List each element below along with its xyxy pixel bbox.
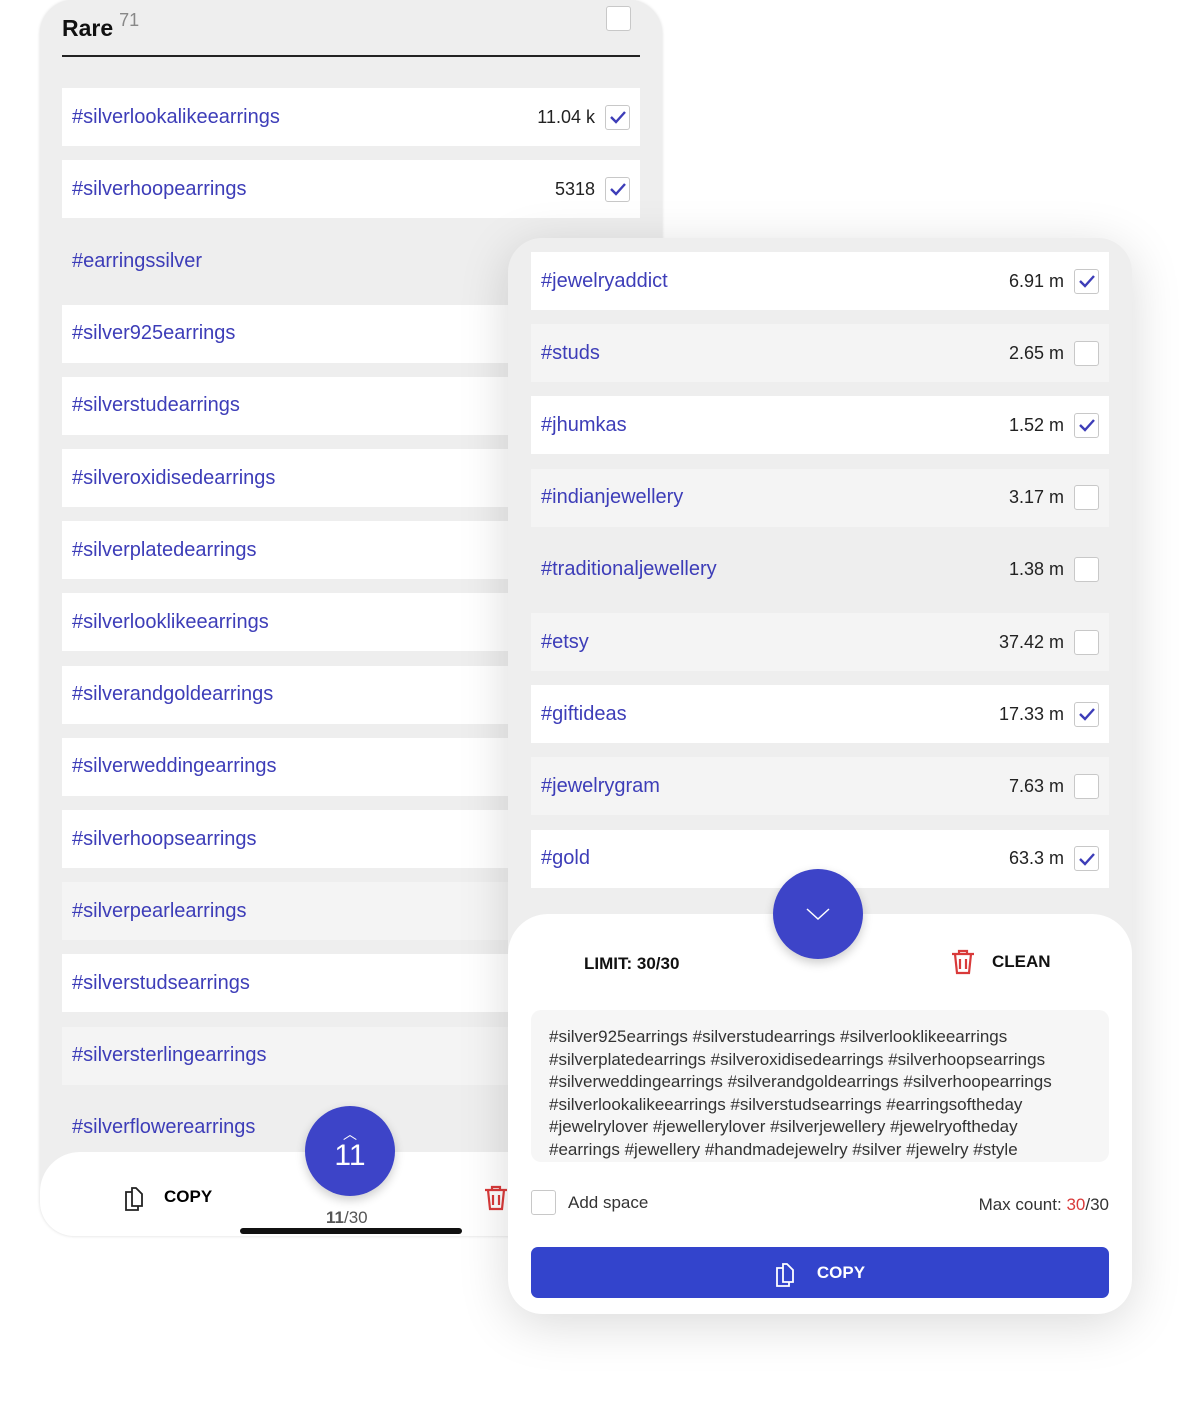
hashtag-label: #etsy (541, 630, 589, 653)
copy-label: COPY (164, 1187, 213, 1206)
selected-counter: 11/30 (326, 1208, 368, 1227)
hashtag-label: #jhumkas (541, 413, 627, 436)
checkmark-icon (1078, 852, 1095, 866)
hashtag-row[interactable]: #jhumkas 1.52 m (531, 396, 1109, 455)
collapse-sheet-button[interactable] (773, 869, 863, 959)
checkmark-icon (609, 183, 626, 196)
post-count: 7.63 m (1008, 775, 1064, 796)
post-count: 2.65 m (1008, 342, 1064, 363)
hashtag-row[interactable]: #jewelryaddict 6.91 m (531, 252, 1109, 310)
hashtag-checkbox[interactable] (1074, 485, 1099, 511)
clean-label: CLEAN (992, 952, 1051, 971)
post-count: 37.42 m (998, 631, 1064, 652)
chevron-down-icon (806, 908, 830, 921)
hashtag-checkbox[interactable] (1074, 268, 1099, 294)
chevron-up-icon: ︿ (343, 1126, 357, 1142)
hashtag-checkbox[interactable] (1074, 629, 1099, 655)
clean-button[interactable]: CLEAN (950, 948, 1051, 976)
hashtag-checkbox[interactable] (1074, 412, 1099, 438)
hashtag-label: #studs (541, 341, 600, 364)
hashtag-label: #jewelryaddict (541, 269, 668, 292)
hashtag-checkbox[interactable] (1074, 773, 1099, 799)
hashtag-checkbox[interactable] (1074, 340, 1099, 366)
hashtag-label: #giftideas (541, 702, 627, 725)
max-count: Max count: 30/30 (978, 1195, 1109, 1214)
copy-button[interactable]: COPY (124, 1182, 212, 1212)
post-count: 5318 (554, 178, 595, 199)
fab-count: 11 (334, 1139, 366, 1172)
copy-button[interactable]: COPY (531, 1247, 1109, 1298)
post-count: 11.04 k (537, 106, 595, 127)
hashtags-textarea[interactable]: #silver925earrings #silverstudearrings #… (531, 1010, 1109, 1162)
hashtag-label: #silverhoopearrings (72, 177, 247, 200)
expand-selection-button[interactable]: ︿ 11 (305, 1106, 395, 1196)
trash-icon[interactable] (483, 1184, 509, 1212)
hashtag-label: #indianjewellery (541, 486, 684, 509)
hashtag-row[interactable]: #silverhoopearrings 5318 (62, 160, 640, 219)
post-count: 17.33 m (998, 703, 1064, 724)
post-count: 1.52 m (1008, 414, 1064, 435)
add-space-label: Add space (568, 1193, 649, 1212)
select-all-checkbox[interactable] (606, 6, 631, 31)
hashtag-row[interactable]: #silverlookalikeearrings 11.04 k (62, 88, 640, 146)
copy-icon (125, 1187, 143, 1211)
post-count: 1.38 m (1008, 559, 1064, 580)
copy-label: COPY (816, 1262, 866, 1282)
hashtag-label: #jewelrygram (541, 774, 660, 797)
popular-hashtag-panel: #jewelryaddict 6.91 m #studs 2.65 m #jhumkas… (508, 238, 1132, 1314)
hashtag-label: #gold (541, 847, 590, 870)
hashtag-row[interactable]: #etsy 37.42 m (531, 613, 1109, 671)
hashtag-checkbox[interactable] (1074, 701, 1099, 727)
post-count: 6.91 m (1008, 270, 1064, 291)
hashtag-row[interactable]: #traditionaljewellery 1.38 m (531, 541, 1109, 599)
hashtag-checkbox[interactable] (605, 104, 630, 130)
checkmark-icon (1078, 275, 1095, 288)
section-count: 71 (119, 10, 140, 30)
checkmark-icon (1078, 419, 1095, 433)
hashtag-row[interactable]: #indianjewellery 3.17 m (531, 468, 1109, 527)
selection-sheet: LIMIT: 30/30 CLEAN #silver925earrings #s… (508, 914, 1132, 1314)
hashtag-checkbox[interactable] (1074, 557, 1099, 583)
trash-icon (952, 949, 974, 975)
post-count: 63.3 m (1008, 848, 1064, 869)
hashtag-row[interactable]: #studs 2.65 m (531, 324, 1109, 383)
section-title: Rare 71 (62, 10, 140, 41)
post-count: 3.17 m (1008, 487, 1064, 508)
checkmark-icon (1078, 708, 1095, 721)
hashtag-label: #traditionaljewellery (541, 558, 717, 581)
divider (62, 55, 640, 57)
home-indicator (240, 1228, 462, 1234)
hashtag-checkbox[interactable] (605, 176, 630, 202)
hashtag-checkbox[interactable] (1074, 846, 1099, 872)
hashtag-row[interactable]: #jewelrygram 7.63 m (531, 757, 1109, 816)
hashtag-label: #silverlookalikeearrings (72, 105, 280, 128)
limit-label: LIMIT: 30/30 (584, 954, 680, 973)
hashtag-row[interactable]: #giftideas 17.33 m (531, 685, 1109, 744)
copy-icon (776, 1262, 794, 1287)
add-space-checkbox[interactable] (531, 1190, 556, 1215)
checkmark-icon (609, 111, 626, 124)
